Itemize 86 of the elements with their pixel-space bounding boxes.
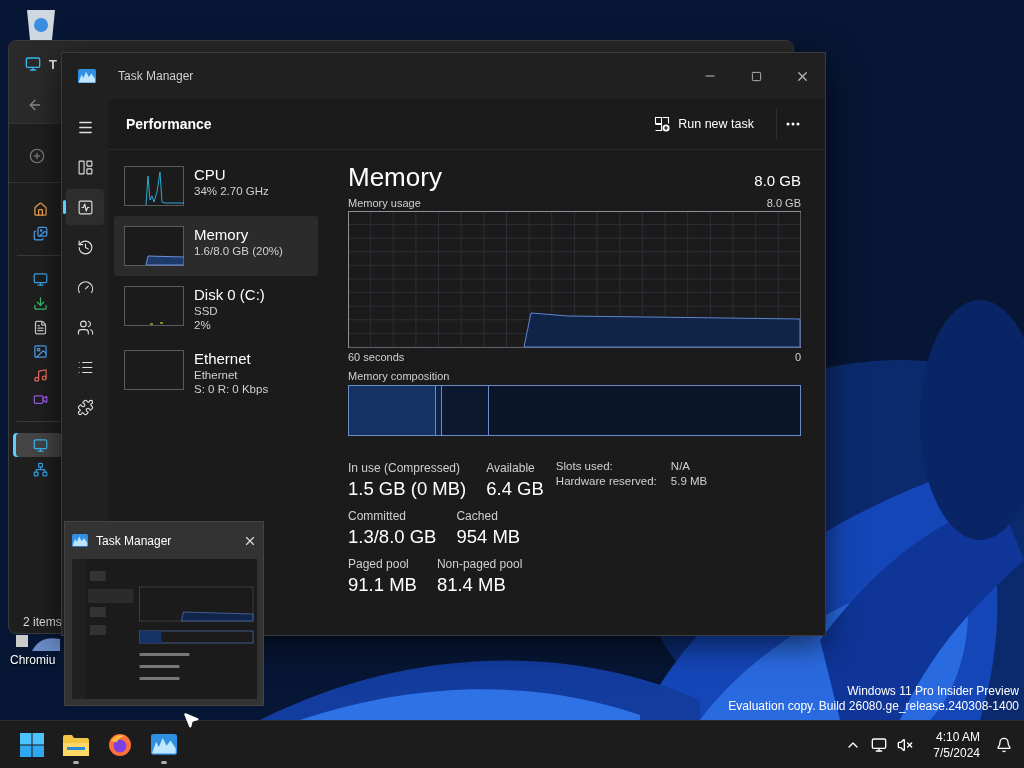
preview-title: Task Manager: [96, 533, 173, 548]
resource-detail: SSD: [194, 304, 219, 318]
resource-detail: Ethernet: [194, 368, 239, 382]
stat-label: Committed: [348, 508, 407, 524]
resource-name: Memory: [194, 226, 250, 244]
resource-detail: 2%: [194, 318, 212, 332]
stat-value: 1.3/8.0 GB: [348, 525, 437, 549]
network-icon: [33, 461, 48, 477]
performance-icon: [76, 198, 94, 216]
mouse-pointer-icon: [182, 711, 200, 729]
maximize-icon: [750, 70, 762, 82]
stat-label: In use (Compressed): [348, 460, 462, 476]
stat-value: 5.9 MB: [670, 475, 708, 487]
music-icon: [33, 367, 48, 383]
graph-max-label: 8.0 GB: [766, 197, 801, 209]
disk-sparkline: [149, 322, 164, 325]
pictures-icon: [33, 343, 48, 359]
services-icon: [76, 398, 94, 416]
resource-item[interactable]: Ethernet Ethernet S: 0 R: 0 Kbps: [114, 340, 318, 404]
stat-label: Hardware reserved:: [555, 475, 658, 487]
network-icon[interactable]: [871, 736, 888, 753]
resource-detail: S: 0 R: 0 Kbps: [194, 382, 269, 396]
stat-label: Non-paged pool: [436, 556, 523, 572]
browser-icon: [108, 732, 132, 757]
memory-sparkline: [145, 255, 184, 266]
resource-item[interactable]: CPU 34% 2.70 GHz: [114, 156, 318, 216]
resource-detail: 34% 2.70 GHz: [194, 184, 269, 198]
page-title: Performance: [126, 116, 213, 132]
notification-icon[interactable]: [996, 736, 1012, 753]
documents-icon: [33, 319, 48, 335]
clock[interactable]: 4:10 AM 7/5/2024: [933, 728, 980, 761]
time-axis-label: 0: [794, 351, 801, 363]
new-icon[interactable]: [29, 148, 45, 164]
folder-icon: [63, 733, 89, 756]
history-icon: [76, 238, 94, 256]
resource-detail: 1.6/8.0 GB (20%): [194, 244, 283, 258]
performance-tab[interactable]: [66, 189, 104, 225]
nav-item[interactable]: [13, 433, 62, 457]
stat-value: N/A: [670, 460, 691, 472]
users-icon: [76, 318, 94, 336]
task-manager-icon: [72, 534, 88, 547]
gallery-icon: [33, 225, 48, 241]
total-memory: 8.0 GB: [754, 172, 801, 189]
stat-label: Available: [486, 460, 536, 476]
stat-label: Paged pool: [348, 556, 410, 572]
processes-icon: [76, 158, 94, 176]
resource-item[interactable]: Memory 1.6/8.0 GB (20%): [114, 216, 318, 276]
computer-icon: [25, 56, 41, 72]
resource-item[interactable]: Disk 0 (C:) SSD 2%: [114, 276, 318, 340]
new-task-icon: [654, 116, 671, 132]
task-manager-icon: [151, 734, 177, 755]
resource-name: Ethernet: [194, 350, 252, 368]
windows-logo-icon: [20, 732, 44, 757]
recycle-bin-icon[interactable]: [24, 8, 58, 40]
window-title: T: [49, 56, 57, 72]
composition-label: Memory composition: [348, 370, 450, 382]
build-info-text: Evaluation copy. Build 26080.ge_release.240308-1400: [728, 699, 1019, 714]
resource-name: CPU: [194, 166, 227, 184]
more-icon: [786, 122, 800, 126]
window-preview[interactable]: Task Manager: [64, 521, 264, 706]
stat-value: 1.5 GB (0 MB): [348, 477, 467, 501]
shortcut-label: Chromiu: [10, 653, 56, 667]
stat-label: Slots used:: [555, 460, 614, 472]
stat-value: 91.1 MB: [348, 573, 417, 597]
resource-title: Memory: [348, 162, 442, 193]
stat-label: Cached: [456, 508, 499, 524]
cpu-sparkline: [145, 171, 184, 206]
graph-label: Memory usage: [348, 197, 421, 209]
pc-icon: [33, 437, 48, 453]
startup-icon: [76, 278, 94, 296]
window-title: Task Manager: [118, 69, 195, 83]
muted-speaker-icon[interactable]: [897, 736, 914, 753]
back-icon[interactable]: [27, 97, 43, 113]
time-axis-label: 60 seconds: [348, 351, 405, 363]
stat-value: 954 MB: [456, 525, 521, 549]
home-icon: [33, 201, 48, 217]
build-info-text: Windows 11 Pro Insider Preview: [847, 684, 1019, 699]
task-manager-icon: [78, 68, 96, 84]
stat-value: 6.4 GB: [486, 477, 544, 501]
resource-graph: [124, 350, 184, 390]
stat-value: 81.4 MB: [436, 573, 507, 597]
resource-name: Disk 0 (C:): [194, 286, 265, 304]
downloads-icon: [33, 295, 48, 311]
run-new-task-button[interactable]: Run new task: [644, 110, 764, 138]
status-text: 2 items: [23, 615, 63, 629]
desktop-icon: [33, 271, 48, 287]
